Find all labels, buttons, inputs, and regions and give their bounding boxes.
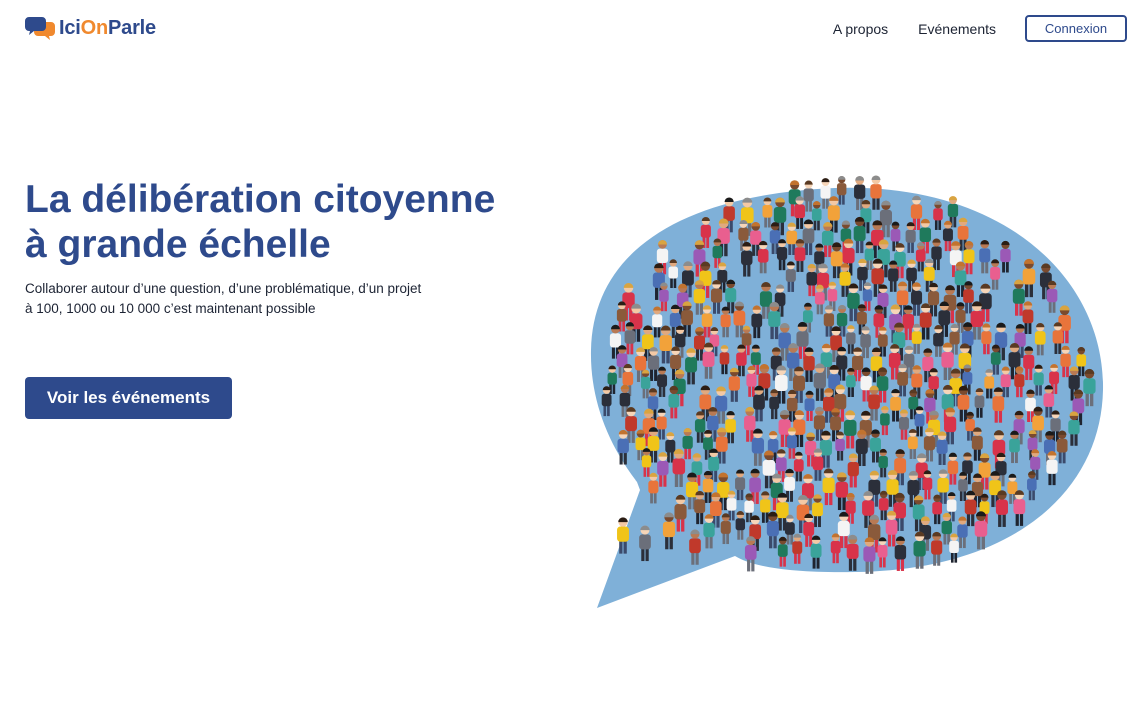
hero-title-line-1: La délibération citoyenne [25,178,496,221]
login-button[interactable]: Connexion [1025,15,1127,42]
logo-text-ici: Ici [59,16,81,39]
crowd-speech-bubble-illustration [590,175,1104,608]
main-nav: A propos Evénements Connexion [833,15,1127,42]
hero-subtitle-line-1: Collaborer autour d’une question, d’une … [25,281,422,296]
person-figure [744,536,757,572]
logo-text-parle: Parle [108,16,156,39]
logo[interactable]: IciOnParle [25,14,156,42]
hero-title-line-2: à grande échelle [25,223,331,266]
logo-text-on: On [80,16,109,39]
view-events-button[interactable]: Voir les événements [25,377,232,419]
logo-text: IciOnParle [59,17,156,40]
nav-link-about[interactable]: A propos [833,21,888,37]
site-header: IciOnParle A propos Evénements Connexion [0,0,1148,56]
hero-subtitle: Collaborer autour d’une question, d’une … [25,279,465,319]
chat-bubbles-logo-icon [25,17,55,40]
hero-subtitle-line-2: à 100, 1000 ou 10 000 c’est maintenant p… [25,301,316,316]
hero-title: La délibération citoyenne à grande échel… [25,177,545,267]
nav-link-events[interactable]: Evénements [918,21,996,37]
